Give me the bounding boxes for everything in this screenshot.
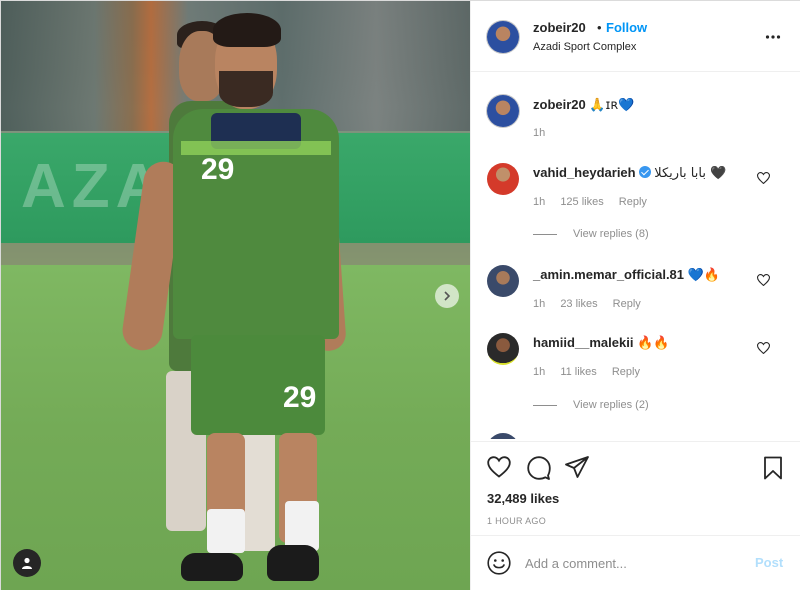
post-comment-button[interactable]: Post <box>755 555 783 570</box>
emoji-smile-icon[interactable] <box>487 551 511 575</box>
post-location[interactable]: Azadi Sport Complex <box>533 41 636 53</box>
caption-username[interactable]: zobeir20 <box>533 97 586 112</box>
next-photo-button[interactable] <box>435 284 459 308</box>
comment-body: 🔥🔥 <box>637 336 670 351</box>
caption-author-avatar[interactable] <box>487 95 519 127</box>
view-replies-dash <box>533 233 557 235</box>
comment-bubble-icon[interactable] <box>527 456 551 480</box>
bookmark-icon[interactable] <box>763 456 783 480</box>
view-replies-button[interactable]: View replies (2) <box>533 399 649 411</box>
comment-meta: 1h 125 likes Reply <box>533 196 659 208</box>
chevron-right-icon <box>444 291 451 301</box>
commenter-username[interactable]: _amin.memar_official.81 <box>533 267 684 282</box>
caption-time: 1h <box>533 127 546 139</box>
follow-button[interactable]: Follow <box>606 20 647 35</box>
instagram-post-dialog: AZADI 29 29 zobeir20 • Follow Azadi Spor… <box>0 0 800 590</box>
comment-text: _amin.memar_official.81 💙🔥 <box>533 267 720 283</box>
comment-meta: 1h 11 likes Reply <box>533 366 652 378</box>
comment-text: vahid_heydarieh بابا باریکلا 🖤 <box>533 165 726 181</box>
player-beard <box>219 71 273 107</box>
comment-time: 1h <box>533 366 546 378</box>
comment-likes[interactable]: 11 likes <box>560 366 596 378</box>
tagged-users-button[interactable] <box>13 549 41 577</box>
comment-likes[interactable]: 125 likes <box>560 196 603 208</box>
comment-input[interactable] <box>525 552 745 574</box>
add-comment-bar: Post <box>471 535 800 590</box>
post-side-panel: zobeir20 • Follow Azadi Sport Complex zo… <box>470 1 800 590</box>
comment-body: 💙🔥 <box>687 268 721 283</box>
view-replies-button[interactable]: View replies (8) <box>533 228 649 240</box>
jersey-number-shorts: 29 <box>283 381 317 414</box>
view-replies-label: View replies (2) <box>573 399 649 411</box>
post-header: zobeir20 • Follow Azadi Sport Complex <box>471 1 800 72</box>
reply-button[interactable]: Reply <box>612 366 640 378</box>
paper-plane-icon[interactable] <box>565 456 589 478</box>
commenter-avatar[interactable] <box>487 333 519 365</box>
comment-body: بابا باریکلا 🖤 <box>654 166 727 181</box>
comment-time: 1h <box>533 298 546 310</box>
view-replies-label: View replies (8) <box>573 228 649 240</box>
user-tag-icon <box>22 557 32 569</box>
caption-meta: 1h <box>533 127 557 139</box>
commenter-username[interactable]: vahid_heydarieh <box>533 165 636 180</box>
more-options-icon <box>765 35 781 39</box>
caption-text: 🙏ɪʀ💙 <box>589 98 635 113</box>
comment-like-heart-icon[interactable] <box>757 274 770 286</box>
heart-icon[interactable] <box>487 456 511 478</box>
player-left-sock <box>207 509 245 553</box>
post-photo[interactable]: AZADI 29 29 <box>1 1 470 590</box>
commenter-username[interactable]: hamiid__malekii <box>533 335 633 350</box>
player-right-boot <box>267 545 319 581</box>
comment-meta: 1h 23 likes Reply <box>533 298 653 310</box>
header-separator: • <box>597 20 602 35</box>
verified-badge-icon <box>638 166 651 178</box>
author-username[interactable]: zobeir20 <box>533 20 586 35</box>
jersey-number-front: 29 <box>201 153 235 186</box>
comments-list[interactable]: zobeir20 🙏ɪʀ💙 1h vahid_heydarieh بابا با… <box>471 73 800 439</box>
player-hair <box>213 13 281 47</box>
view-replies-dash <box>533 404 557 406</box>
author-avatar[interactable] <box>487 21 519 53</box>
more-options-button[interactable] <box>765 29 781 48</box>
commenter-avatar[interactable] <box>487 265 519 297</box>
likes-count[interactable]: 32,489 likes <box>487 491 559 506</box>
comment-time: 1h <box>533 196 546 208</box>
reply-button[interactable]: Reply <box>613 298 641 310</box>
comment-like-heart-icon[interactable] <box>757 342 770 354</box>
post-actions: 32,489 likes 1 HOUR AGO <box>471 441 800 535</box>
reply-button[interactable]: Reply <box>619 196 647 208</box>
player-left-boot <box>181 553 243 581</box>
comment-likes[interactable]: 23 likes <box>560 298 597 310</box>
post-time-ago: 1 HOUR AGO <box>487 516 547 526</box>
commenter-avatar[interactable] <box>487 433 519 439</box>
commenter-avatar[interactable] <box>487 163 519 195</box>
comment-like-heart-icon[interactable] <box>757 172 770 184</box>
comment-text: hamiid__malekii 🔥🔥 <box>533 335 669 351</box>
player-right-sock <box>285 501 319 551</box>
caption: zobeir20 🙏ɪʀ💙 <box>533 97 634 113</box>
